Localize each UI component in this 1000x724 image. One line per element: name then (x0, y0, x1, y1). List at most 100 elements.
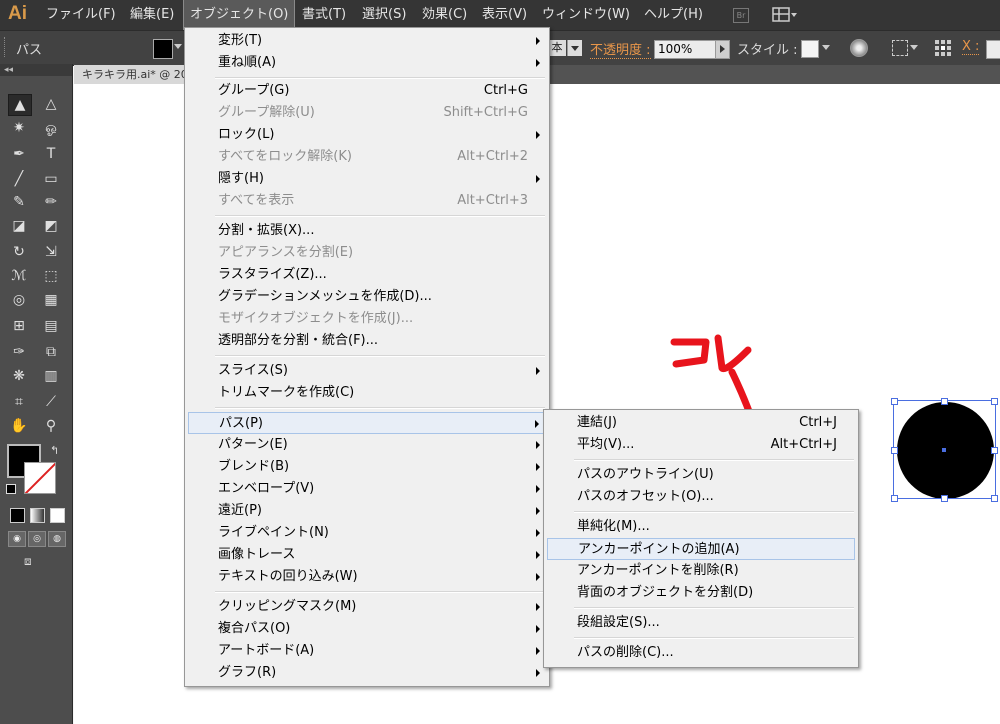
menu-item-path[interactable]: パス(P) (188, 412, 546, 434)
stroke-color-swatch[interactable] (24, 462, 56, 494)
menu-item-arrange[interactable]: 重ね順(A) (188, 52, 546, 74)
menu-item-graph[interactable]: グラフ(R) (188, 662, 546, 684)
menu-item-slice[interactable]: スライス(S) (188, 360, 546, 382)
draw-normal-icon[interactable]: ◉ (8, 531, 26, 547)
menu-item-lock[interactable]: ロック(L) (188, 124, 546, 146)
paintbrush-tool-icon[interactable]: ✎ (8, 192, 30, 212)
bbox-handle[interactable] (991, 447, 998, 454)
mesh-tool-icon[interactable]: ⊞ (8, 316, 30, 336)
menu-item-image-trace[interactable]: 画像トレース (188, 544, 546, 566)
menu-item-pattern[interactable]: パターン(E) (188, 434, 546, 456)
draw-behind-icon[interactable]: ◎ (28, 531, 46, 547)
submenu-item-average[interactable]: 平均(V)... Alt+Ctrl+J (547, 434, 855, 456)
menu-view[interactable]: 表示(V) (476, 0, 533, 30)
submenu-item-split-into-grid[interactable]: 段組設定(S)... (547, 612, 855, 634)
menu-item-perspective[interactable]: 遠近(P) (188, 500, 546, 522)
submenu-item-offset-path[interactable]: パスのオフセット(O)... (547, 486, 855, 508)
symbol-sprayer-tool-icon[interactable]: ❋ (8, 366, 30, 386)
menu-item-create-trim-marks[interactable]: トリムマークを作成(C) (188, 382, 546, 404)
recolor-artwork-icon[interactable] (850, 39, 868, 57)
free-transform-tool-icon[interactable]: ⬚ (40, 266, 62, 286)
bbox-handle[interactable] (891, 398, 898, 405)
draw-inside-icon[interactable]: ◍ (48, 531, 66, 547)
pen-tool-icon[interactable]: ✒ (8, 144, 30, 164)
direct-selection-tool-icon[interactable]: △ (40, 94, 62, 114)
bbox-handle[interactable] (941, 398, 948, 405)
blob-brush-tool-icon[interactable]: ◪ (8, 216, 30, 236)
fill-dropdown-arrow[interactable] (174, 44, 182, 49)
menu-select[interactable]: 選択(S) (356, 0, 412, 30)
align-dropdown-arrow[interactable] (910, 45, 918, 50)
menu-file[interactable]: ファイル(F) (40, 0, 122, 30)
menu-item-flatten-transparency[interactable]: 透明部分を分割・統合(F)... (188, 330, 546, 352)
magic-wand-tool-icon[interactable]: ✷ (8, 118, 30, 138)
bbox-handle[interactable] (891, 447, 898, 454)
bbox-handle[interactable] (991, 398, 998, 405)
transform-reference-icon[interactable] (934, 39, 952, 57)
shape-builder-tool-icon[interactable]: ◎ (8, 290, 30, 310)
x-coordinate-input[interactable] (986, 40, 1000, 59)
submenu-item-clean-up[interactable]: パスの削除(C)... (547, 642, 855, 664)
menu-item-compound-path[interactable]: 複合パス(O) (188, 618, 546, 640)
submenu-item-join[interactable]: 連結(J) Ctrl+J (547, 412, 855, 434)
gradient-mode-icon[interactable] (30, 508, 45, 523)
menu-item-group[interactable]: グループ(G) Ctrl+G (188, 80, 546, 102)
menu-item-envelope[interactable]: エンベロープ(V) (188, 478, 546, 500)
rotate-tool-icon[interactable]: ↻ (8, 242, 30, 262)
type-tool-icon[interactable]: T (40, 144, 62, 164)
screen-mode-icon[interactable]: ⧈ (24, 554, 44, 570)
opacity-input[interactable]: 100% (654, 40, 717, 59)
menu-edit[interactable]: 編集(E) (124, 0, 180, 30)
submenu-item-add-anchor-points[interactable]: アンカーポイントの追加(A) (547, 538, 855, 560)
opacity-label[interactable]: 不透明度 : (590, 39, 651, 59)
menu-type[interactable]: 書式(T) (296, 0, 352, 30)
menu-item-expand[interactable]: 分割・拡張(X)... (188, 220, 546, 242)
fill-swatch[interactable] (153, 39, 173, 59)
brush-definition-dropdown[interactable] (567, 40, 582, 56)
submenu-item-outline-stroke[interactable]: パスのアウトライン(U) (547, 464, 855, 486)
lasso-tool-icon[interactable]: ஓ (40, 118, 62, 138)
bbox-handle[interactable] (941, 495, 948, 502)
column-graph-tool-icon[interactable]: ▥ (40, 366, 62, 386)
none-mode-icon[interactable] (50, 508, 65, 523)
artboard-tool-icon[interactable]: ⌗ (8, 392, 30, 412)
bridge-button[interactable]: Br (733, 8, 749, 23)
tools-panel-header[interactable]: ◂◂ (0, 64, 72, 76)
line-segment-tool-icon[interactable]: ╱ (8, 169, 30, 189)
menu-object[interactable]: オブジェクト(O) (182, 0, 296, 31)
rectangle-tool-icon[interactable]: ▭ (40, 169, 62, 189)
submenu-item-simplify[interactable]: 単純化(M)... (547, 516, 855, 538)
color-mode-icon[interactable] (10, 508, 25, 523)
default-fill-stroke-icon[interactable] (6, 484, 16, 494)
panel-grip[interactable] (4, 37, 8, 57)
swap-fill-stroke-icon[interactable]: ↰ (50, 444, 59, 457)
menu-item-text-wrap[interactable]: テキストの回り込み(W) (188, 566, 546, 588)
menu-item-create-gradient-mesh[interactable]: グラデーションメッシュを作成(D)... (188, 286, 546, 308)
document-tab[interactable]: キラキラ用.ai* @ 200 (74, 65, 195, 84)
bbox-handle[interactable] (991, 495, 998, 502)
selection-tool-icon[interactable]: ▲ (8, 94, 32, 116)
x-coordinate-label[interactable]: X : (962, 39, 980, 55)
slice-tool-icon[interactable]: ⟋ (40, 392, 62, 412)
menu-item-blend[interactable]: ブレンド(B) (188, 456, 546, 478)
submenu-item-divide-objects-below[interactable]: 背面のオブジェクトを分割(D) (547, 582, 855, 604)
workspace-switcher[interactable] (772, 7, 798, 27)
menu-item-clipping-mask[interactable]: クリッピングマスク(M) (188, 596, 546, 618)
menu-item-hide[interactable]: 隠す(H) (188, 168, 546, 190)
align-to-icon[interactable] (892, 40, 908, 56)
eyedropper-tool-icon[interactable]: ✑ (8, 342, 30, 362)
style-dropdown-arrow[interactable] (822, 45, 830, 50)
menu-effect[interactable]: 効果(C) (416, 0, 473, 30)
zoom-tool-icon[interactable]: ⚲ (40, 416, 62, 436)
menu-item-live-paint[interactable]: ライブペイント(N) (188, 522, 546, 544)
menu-window[interactable]: ウィンドウ(W) (536, 0, 636, 30)
opacity-slider-toggle[interactable] (715, 40, 730, 59)
hand-tool-icon[interactable]: ✋ (8, 416, 30, 436)
graphic-style-swatch[interactable] (801, 40, 819, 58)
gradient-tool-icon[interactable]: ▤ (40, 316, 62, 336)
menu-item-transform[interactable]: 変形(T) (188, 30, 546, 52)
blend-tool-icon[interactable]: ⧉ (40, 342, 62, 362)
pencil-tool-icon[interactable]: ✏ (40, 192, 62, 212)
menu-item-rasterize[interactable]: ラスタライズ(Z)... (188, 264, 546, 286)
bbox-handle[interactable] (891, 495, 898, 502)
